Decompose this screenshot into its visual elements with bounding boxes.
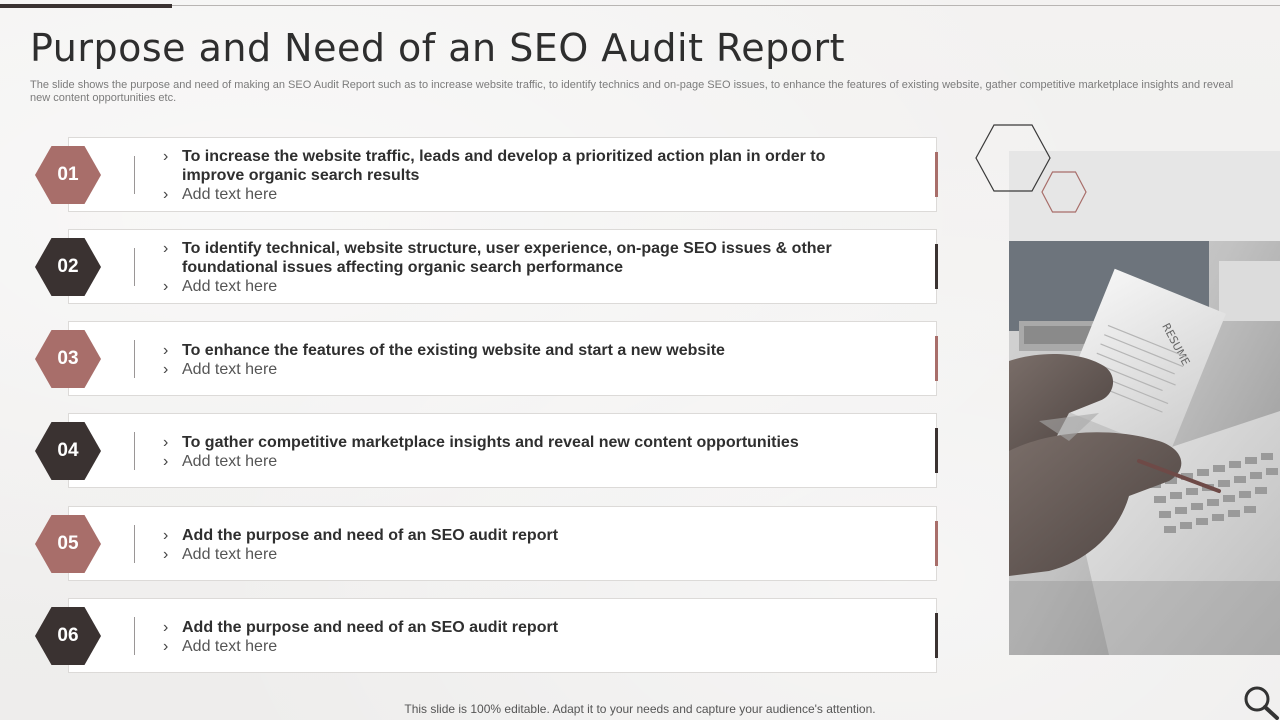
item-text-01: › To increase the website traffic, leads … xyxy=(163,147,863,204)
item-headline-05: › Add the purpose and need of an SEO audi… xyxy=(163,527,559,544)
divider xyxy=(134,156,135,194)
card-accent-bar xyxy=(935,152,938,197)
chevron-right-icon: › xyxy=(163,240,169,257)
item-note-02: › Add text here xyxy=(163,278,278,295)
item-headline-02: › To identify technical, website structur… xyxy=(163,240,832,276)
item-text-04: › To gather competitive marketplace insig… xyxy=(163,433,863,471)
chevron-right-icon: › xyxy=(163,186,169,203)
chevron-right-icon: › xyxy=(163,148,169,165)
card-accent-bar xyxy=(935,244,938,289)
page-title: Purpose and Need of an SEO Audit Report xyxy=(30,26,846,70)
item-text-06: › Add the purpose and need of an SEO audi… xyxy=(163,618,863,656)
top-rule xyxy=(0,5,1280,6)
chevron-right-icon: › xyxy=(163,342,169,359)
card-accent-bar xyxy=(935,428,938,473)
chevron-right-icon: › xyxy=(163,434,169,451)
chevron-right-icon: › xyxy=(163,638,169,655)
card-accent-bar xyxy=(935,613,938,658)
item-note-01: › Add text here xyxy=(163,186,278,203)
item-note-03: › Add text here xyxy=(163,361,278,378)
chevron-right-icon: › xyxy=(163,453,169,470)
card-accent-bar xyxy=(935,336,938,381)
item-headline-04: › To gather competitive marketplace insig… xyxy=(163,434,799,451)
item-text-02: › To identify technical, website structur… xyxy=(163,239,863,296)
item-text-03: › To enhance the features of the existing… xyxy=(163,341,863,379)
search-icon[interactable] xyxy=(1242,684,1280,720)
item-headline-03: › To enhance the features of the existing… xyxy=(163,342,725,359)
chevron-right-icon: › xyxy=(163,546,169,563)
divider xyxy=(134,525,135,563)
slide-footer: This slide is 100% editable. Adapt it to… xyxy=(404,702,876,716)
divider xyxy=(134,432,135,470)
item-headline-01: › To increase the website traffic, leads … xyxy=(163,148,826,184)
chevron-right-icon: › xyxy=(163,278,169,295)
divider xyxy=(134,248,135,286)
item-note-04: › Add text here xyxy=(163,453,278,470)
item-note-06: › Add text here xyxy=(163,638,278,655)
outline-hexagon-small xyxy=(1041,171,1087,213)
office-photo: RESUME xyxy=(1009,151,1280,655)
slide-description: The slide shows the purpose and need of … xyxy=(30,79,1234,104)
card-accent-bar xyxy=(935,521,938,566)
item-note-05: › Add text here xyxy=(163,546,278,563)
chevron-right-icon: › xyxy=(163,619,169,636)
chevron-right-icon: › xyxy=(163,527,169,544)
top-accent-bar xyxy=(0,4,172,8)
divider xyxy=(134,617,135,655)
item-headline-06: › Add the purpose and need of an SEO audi… xyxy=(163,619,559,636)
item-text-05: › Add the purpose and need of an SEO audi… xyxy=(163,526,863,564)
chevron-right-icon: › xyxy=(163,361,169,378)
divider xyxy=(134,340,135,378)
outline-hexagon-large xyxy=(975,124,1051,192)
